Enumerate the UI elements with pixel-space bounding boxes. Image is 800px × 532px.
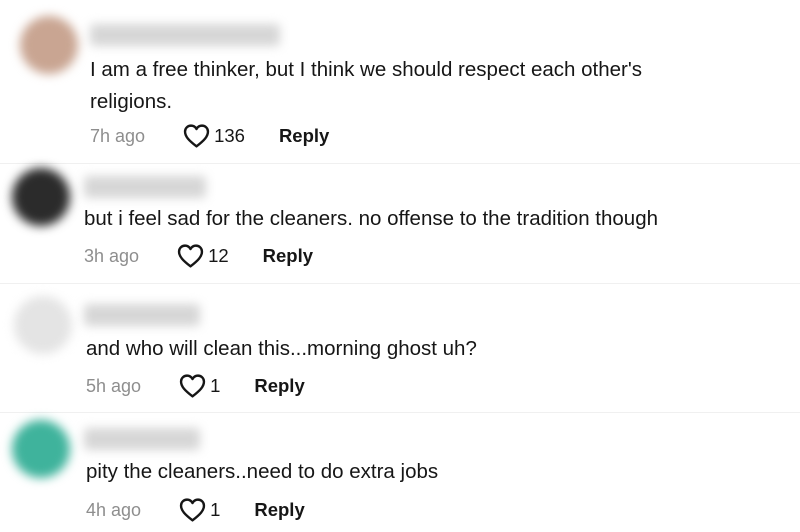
avatar[interactable] [12,420,70,478]
username-blurred[interactable] [90,24,280,46]
comment-text: but i feel sad for the cleaners. no offe… [84,207,659,230]
avatar[interactable] [20,16,78,74]
like-button[interactable]: 1 [179,374,220,398]
timestamp: 7h ago [90,125,146,146]
reply-button[interactable]: Reply [279,125,329,147]
comment-text: and who will clean this...morning ghost … [86,337,477,360]
heart-outline-icon [179,498,206,522]
username-blurred[interactable] [84,176,206,198]
like-count: 136 [214,125,245,146]
comment-text: I am a free thinker, but I think we shou… [90,58,643,113]
like-count: 12 [208,245,229,266]
heart-outline-icon [183,124,210,148]
comment-meta: 3h ago 12 Reply [84,242,313,270]
like-count: 1 [210,375,221,396]
divider [0,163,800,164]
avatar[interactable] [12,168,70,226]
like-button[interactable]: 12 [177,244,229,268]
reply-button[interactable]: Reply [254,375,304,397]
like-button[interactable]: 136 [183,124,245,148]
comment-meta: 7h ago 136 Reply [90,122,329,150]
timestamp: 5h ago [86,375,142,396]
like-count: 1 [210,499,221,520]
reply-button[interactable]: Reply [263,245,313,267]
timestamp: 3h ago [84,245,140,266]
comment-text: pity the cleaners..need to do extra jobs [86,460,439,483]
reply-button[interactable]: Reply [254,499,304,521]
username-blurred[interactable] [84,428,200,450]
avatar[interactable] [14,296,72,354]
comment-meta: 4h ago 1 Reply [86,496,305,524]
username-blurred[interactable] [84,304,200,326]
divider [0,412,800,413]
comment-meta: 5h ago 1 Reply [86,372,305,400]
timestamp: 4h ago [86,499,142,520]
divider [0,283,800,284]
heart-outline-icon [179,374,206,398]
like-button[interactable]: 1 [179,498,220,522]
heart-outline-icon [177,244,204,268]
